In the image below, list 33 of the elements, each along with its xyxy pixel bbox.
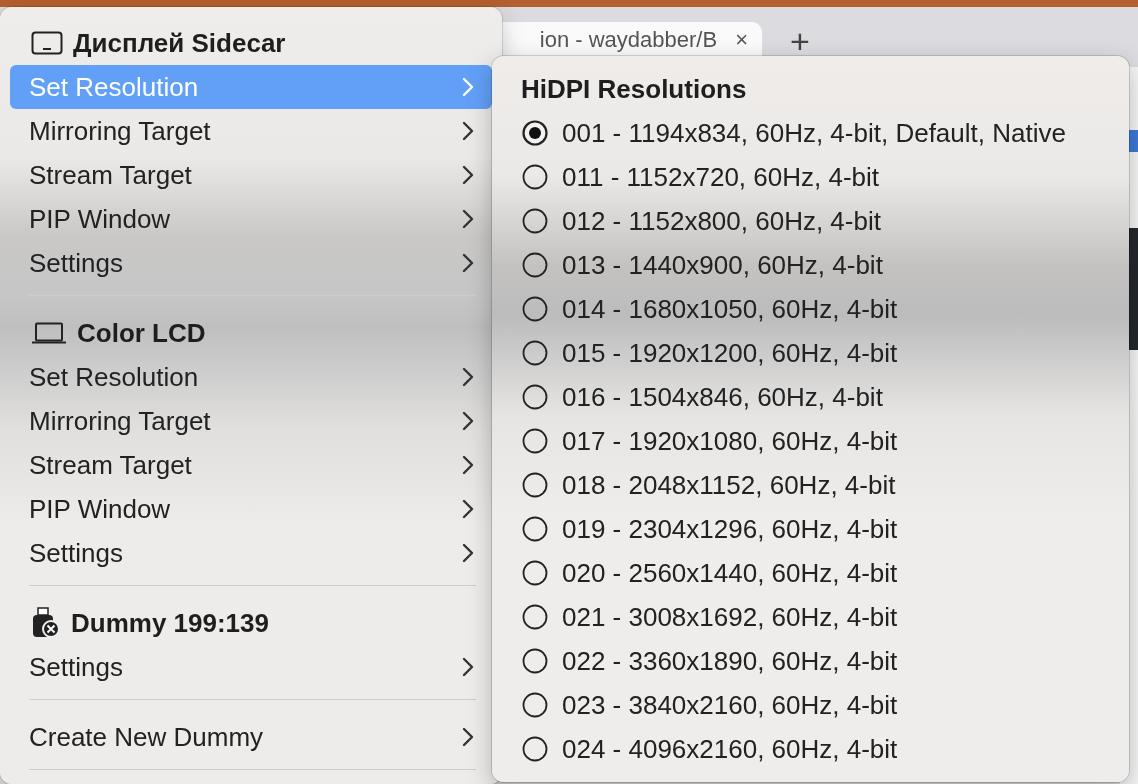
resolution-option[interactable]: 023 - 3840x2160, 60Hz, 4-bit (562, 685, 898, 725)
resolution-option[interactable]: 013 - 1440x900, 60Hz, 4-bit (562, 245, 883, 285)
menu-item[interactable]: PIP Window (10, 197, 492, 241)
resolution-option[interactable]: 022 - 3360x1890, 60Hz, 4-bit (562, 641, 898, 681)
menu-item[interactable]: Mirroring Target (10, 399, 492, 443)
resolution-option[interactable]: 020 - 2560x1440, 60Hz, 4-bit (562, 553, 898, 593)
menu-item[interactable]: Settings (10, 241, 492, 285)
resolution-option[interactable]: 011 - 1152x720, 60Hz, 4-bit (562, 157, 879, 197)
menu-item[interactable]: Settings (10, 645, 492, 689)
menu-item[interactable]: Stream Target (10, 443, 492, 487)
resolution-option[interactable]: 018 - 2048x1152, 60Hz, 4-bit (562, 465, 896, 505)
menu-item[interactable]: PIP Window (10, 487, 492, 531)
resolution-option[interactable]: 016 - 1504x846, 60Hz, 4-bit (562, 377, 883, 417)
tab-close-button[interactable]: × (735, 28, 748, 52)
resolution-option[interactable]: 024 - 4096x2160, 60Hz, 4-bit (562, 729, 898, 769)
menu-item[interactable]: Set Resolution (10, 355, 492, 399)
submenu-title: HiDPI Resolutions (520, 72, 748, 106)
resolution-option[interactable]: 015 - 1920x1200, 60Hz, 4-bit (562, 333, 898, 373)
section-title: Dummy 199:139 (71, 606, 269, 640)
tab-title: ion - waydabber/B (538, 28, 718, 52)
section-title: Дисплей Sidecar (73, 26, 286, 60)
resolution-option[interactable]: 012 - 1152x800, 60Hz, 4-bit (562, 201, 881, 241)
resolution-option[interactable]: 019 - 2304x1296, 60Hz, 4-bit (562, 509, 898, 549)
menu-item[interactable]: Settings (10, 531, 492, 575)
resolution-option[interactable]: 021 - 3008x1692, 60Hz, 4-bit (562, 597, 898, 637)
section-title: Color LCD (77, 316, 206, 350)
menu-item[interactable]: Create New Dummy (10, 715, 492, 759)
menu-item[interactable]: Mirroring Target (10, 109, 492, 153)
resolution-option[interactable]: 014 - 1680x1050, 60Hz, 4-bit (562, 289, 898, 329)
resolution-option[interactable]: 001 - 1194x834, 60Hz, 4-bit, Default, Native (562, 113, 1066, 153)
resolution-option[interactable]: 017 - 1920x1080, 60Hz, 4-bit (562, 421, 898, 461)
new-tab-button[interactable]: + (790, 28, 810, 54)
menu-item[interactable]: Stream Target (10, 153, 492, 197)
